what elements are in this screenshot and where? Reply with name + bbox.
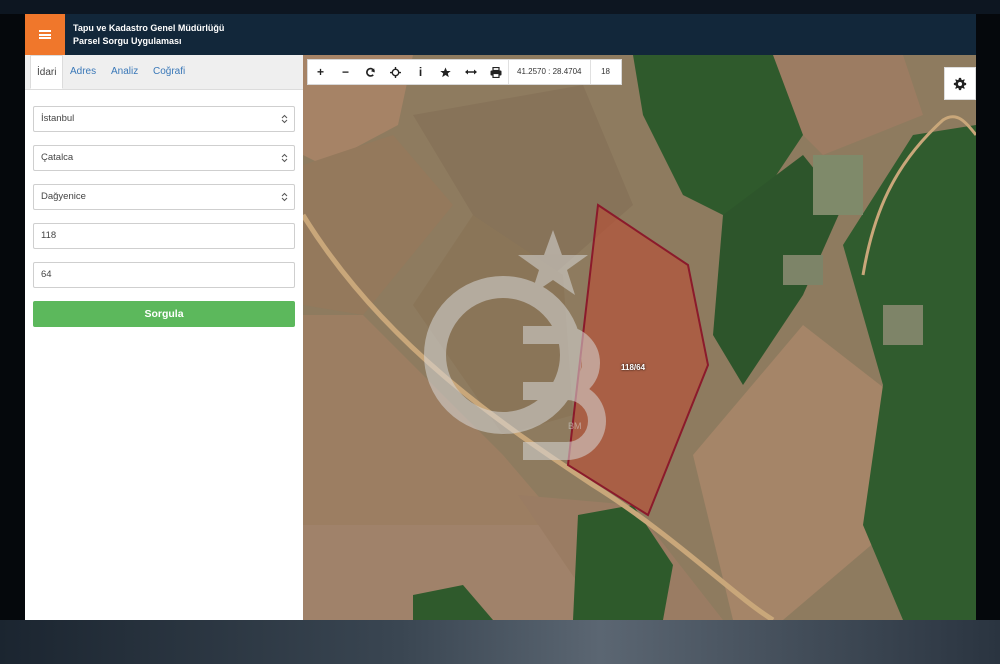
measure-button[interactable] bbox=[458, 60, 483, 84]
district-select[interactable]: Çatalca bbox=[33, 145, 295, 171]
crosshair-icon bbox=[390, 66, 401, 78]
star-icon bbox=[440, 66, 451, 77]
locate-button[interactable] bbox=[383, 60, 408, 84]
menu-button[interactable] bbox=[25, 14, 65, 55]
settings-button[interactable] bbox=[944, 67, 976, 100]
satellite-imagery: BM bbox=[303, 55, 976, 620]
query-panel: İdari Adres Analiz Coğrafi İstanbul Çata… bbox=[25, 55, 304, 620]
block-input[interactable]: 118 bbox=[33, 223, 295, 249]
parcel-value: 64 bbox=[41, 269, 52, 280]
parcel-label: 118/64 bbox=[621, 363, 646, 372]
neighborhood-select[interactable]: Dağyenice bbox=[33, 184, 295, 210]
app-screen: Tapu ve Kadastro Genel Müdürlüğü Parsel … bbox=[25, 14, 976, 620]
app-header: Tapu ve Kadastro Genel Müdürlüğü Parsel … bbox=[25, 14, 976, 55]
minus-icon: − bbox=[341, 65, 349, 79]
tab-bar: İdari Adres Analiz Coğrafi bbox=[25, 55, 303, 90]
letterbox-top bbox=[0, 0, 1000, 14]
zoom-out-button[interactable]: − bbox=[333, 60, 358, 84]
zoom-level: 18 bbox=[589, 60, 621, 84]
refresh-icon bbox=[366, 67, 375, 77]
query-button[interactable]: Sorgula bbox=[33, 301, 295, 327]
tab-adres[interactable]: Adres bbox=[70, 55, 96, 89]
select-arrows-icon bbox=[281, 192, 288, 202]
province-value: İstanbul bbox=[41, 113, 75, 124]
print-button[interactable] bbox=[483, 60, 508, 84]
coordinate-readout: 41.2570 : 28.4704 bbox=[508, 60, 590, 84]
neighborhood-value: Dağyenice bbox=[41, 191, 86, 202]
app-title-line1: Tapu ve Kadastro Genel Müdürlüğü bbox=[73, 23, 225, 33]
print-icon bbox=[490, 66, 501, 78]
letterbox-bottom bbox=[0, 620, 1000, 664]
tab-analiz[interactable]: Analiz bbox=[111, 55, 138, 89]
favorite-button[interactable] bbox=[433, 60, 458, 84]
parcel-input[interactable]: 64 bbox=[33, 262, 295, 288]
letterbox-left bbox=[0, 14, 25, 620]
zoom-in-button[interactable]: + bbox=[308, 60, 333, 84]
plus-icon: + bbox=[316, 65, 324, 79]
tab-idari[interactable]: İdari bbox=[30, 55, 64, 89]
select-arrows-icon bbox=[281, 114, 288, 124]
select-arrows-icon bbox=[281, 153, 288, 163]
info-icon: i bbox=[418, 65, 423, 79]
district-value: Çatalca bbox=[41, 152, 74, 163]
hamburger-icon bbox=[39, 30, 51, 39]
svg-text:BM: BM bbox=[568, 421, 582, 431]
map-view[interactable]: BM 118/64 + − i 41.2570 : 28.4704 18 bbox=[303, 55, 976, 620]
refresh-button[interactable] bbox=[358, 60, 383, 84]
tab-cografi[interactable]: Coğrafi bbox=[153, 55, 185, 89]
map-toolbar: + − i 41.2570 : 28.4704 18 bbox=[307, 59, 622, 85]
block-value: 118 bbox=[41, 230, 57, 241]
info-button[interactable]: i bbox=[408, 60, 433, 84]
gear-icon bbox=[953, 77, 967, 90]
app-title-line2: Parsel Sorgu Uygulaması bbox=[73, 36, 182, 46]
province-select[interactable]: İstanbul bbox=[33, 106, 295, 132]
measure-icon bbox=[464, 69, 477, 75]
app-title: Tapu ve Kadastro Genel Müdürlüğü Parsel … bbox=[73, 22, 224, 48]
letterbox-right bbox=[976, 14, 1000, 620]
